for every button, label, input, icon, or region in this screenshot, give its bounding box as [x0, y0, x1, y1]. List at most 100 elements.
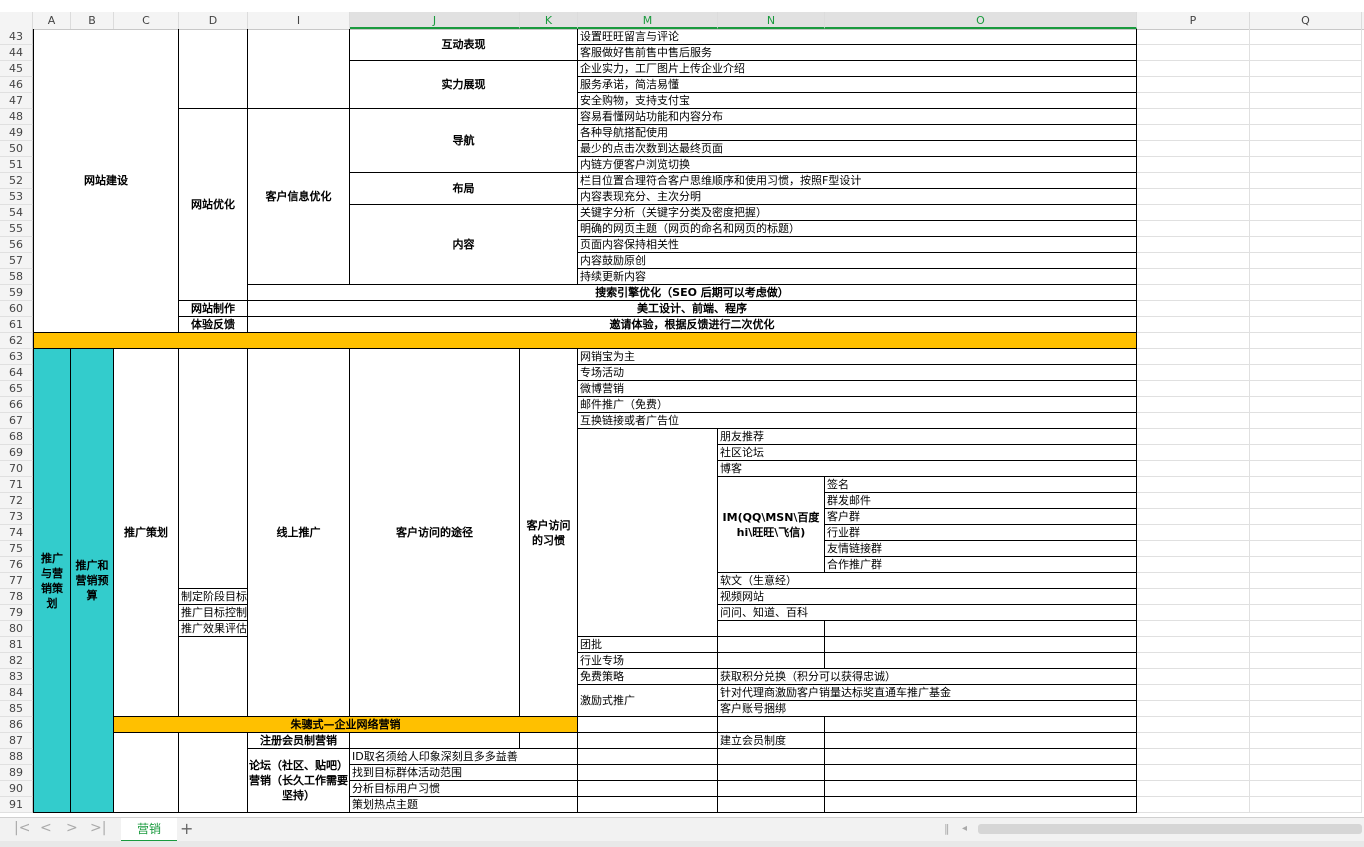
- cell-empty[interactable]: [825, 733, 1137, 749]
- empty-cell[interactable]: [1137, 349, 1250, 365]
- empty-cell[interactable]: [1137, 653, 1250, 669]
- select-all-corner[interactable]: [0, 12, 33, 29]
- cell-empty[interactable]: [179, 733, 248, 813]
- empty-cell[interactable]: [1137, 509, 1250, 525]
- row-header-59[interactable]: 59: [0, 285, 33, 301]
- cell-r78n[interactable]: 视频网站: [718, 589, 1137, 605]
- cell-r81m[interactable]: 团批: [578, 637, 718, 653]
- cell-r51m[interactable]: 内链方便客户浏览切换: [578, 157, 1137, 173]
- empty-cell[interactable]: [1137, 605, 1250, 621]
- empty-cell[interactable]: [1137, 301, 1250, 317]
- empty-cell[interactable]: [1250, 333, 1362, 349]
- cell-site-build[interactable]: 网站建设: [33, 29, 179, 333]
- cell-promo-sales-plan[interactable]: 推广与营销策划: [33, 349, 71, 813]
- empty-cell[interactable]: [1137, 525, 1250, 541]
- cell-r59[interactable]: 搜索引擎优化（SEO 后期可以考虑做）: [248, 285, 1137, 301]
- cell-empty[interactable]: [578, 765, 718, 781]
- empty-cell[interactable]: [1137, 637, 1250, 653]
- row-header-72[interactable]: 72: [0, 493, 33, 509]
- empty-cell[interactable]: [1137, 93, 1250, 109]
- cell-cust-info-opt[interactable]: 客户信息优化: [248, 109, 350, 285]
- row-header-66[interactable]: 66: [0, 397, 33, 413]
- empty-cell[interactable]: [1250, 653, 1362, 669]
- cell-empty[interactable]: [114, 733, 179, 813]
- cell-empty[interactable]: [718, 637, 825, 653]
- column-header-p[interactable]: P: [1137, 12, 1250, 29]
- empty-cell[interactable]: [1250, 685, 1362, 701]
- empty-cell[interactable]: [1137, 493, 1250, 509]
- cell-r76o[interactable]: 合作推广群: [825, 557, 1137, 573]
- cell-empty[interactable]: [578, 781, 718, 797]
- prev-sheet-icon[interactable]: <: [40, 820, 52, 836]
- row-header-76[interactable]: 76: [0, 557, 33, 573]
- empty-cell[interactable]: [1250, 589, 1362, 605]
- empty-cell[interactable]: [1137, 573, 1250, 589]
- row-header-64[interactable]: 64: [0, 365, 33, 381]
- cell-r61[interactable]: 邀请体验，根据反馈进行二次优化: [248, 317, 1137, 333]
- cell-r87n[interactable]: 建立会员制度: [718, 733, 825, 749]
- cell-empty[interactable]: [179, 349, 248, 589]
- empty-cell[interactable]: [1137, 317, 1250, 333]
- empty-cell[interactable]: [1250, 669, 1362, 685]
- empty-cell[interactable]: [1250, 461, 1362, 477]
- column-header-d[interactable]: D: [179, 12, 248, 29]
- cell-empty[interactable]: [718, 781, 825, 797]
- sheet-tab-marketing[interactable]: 营销: [121, 818, 177, 842]
- cell-r91j[interactable]: 策划热点主题: [350, 797, 578, 813]
- empty-cell[interactable]: [1137, 685, 1250, 701]
- row-header-91[interactable]: 91: [0, 797, 33, 813]
- empty-cell[interactable]: [1137, 77, 1250, 93]
- empty-cell[interactable]: [1250, 173, 1362, 189]
- column-header-i[interactable]: I: [248, 12, 350, 29]
- empty-cell[interactable]: [1250, 493, 1362, 509]
- row-header-74[interactable]: 74: [0, 525, 33, 541]
- cell-strength[interactable]: 实力展现: [350, 61, 578, 109]
- cell-incentive[interactable]: 激励式推广: [578, 685, 718, 717]
- row-header-90[interactable]: 90: [0, 781, 33, 797]
- row-header-53[interactable]: 53: [0, 189, 33, 205]
- empty-cell[interactable]: [1250, 237, 1362, 253]
- empty-cell[interactable]: [1137, 157, 1250, 173]
- column-header-o[interactable]: O: [825, 12, 1137, 29]
- row-header-87[interactable]: 87: [0, 733, 33, 749]
- cell-empty[interactable]: [33, 333, 1137, 349]
- cell-nav[interactable]: 导航: [350, 109, 578, 173]
- empty-cell[interactable]: [1137, 477, 1250, 493]
- cell-content[interactable]: 内容: [350, 205, 578, 285]
- cell-online-promo[interactable]: 线上推广: [248, 349, 350, 717]
- empty-cell[interactable]: [1137, 141, 1250, 157]
- cell-r50m[interactable]: 最少的点击次数到达最终页面: [578, 141, 1137, 157]
- cell-r57m[interactable]: 内容鼓励原创: [578, 253, 1137, 269]
- empty-cell[interactable]: [1250, 701, 1362, 717]
- empty-cell[interactable]: [1137, 381, 1250, 397]
- cell-r54m[interactable]: 关键字分析（关键字分类及密度把握）: [578, 205, 1137, 221]
- empty-cell[interactable]: [1250, 285, 1362, 301]
- empty-cell[interactable]: [1250, 29, 1362, 45]
- row-header-54[interactable]: 54: [0, 205, 33, 221]
- row-header-45[interactable]: 45: [0, 61, 33, 77]
- column-header-a[interactable]: A: [33, 12, 71, 29]
- empty-cell[interactable]: [1137, 173, 1250, 189]
- row-header-56[interactable]: 56: [0, 237, 33, 253]
- cell-r83n[interactable]: 获取积分兑换（积分可以获得忠诚）: [718, 669, 1137, 685]
- cell-r64m[interactable]: 专场活动: [578, 365, 1137, 381]
- row-header-49[interactable]: 49: [0, 125, 33, 141]
- empty-cell[interactable]: [1250, 397, 1362, 413]
- row-header-43[interactable]: 43: [0, 29, 33, 45]
- cell-empty[interactable]: [825, 621, 1137, 637]
- empty-cell[interactable]: [1250, 269, 1362, 285]
- empty-cell[interactable]: [1250, 301, 1362, 317]
- empty-cell[interactable]: [1137, 189, 1250, 205]
- cell-r90j[interactable]: 分析目标用户习惯: [350, 781, 578, 797]
- split-handle-icon[interactable]: ‖: [944, 822, 950, 835]
- column-header-j[interactable]: J: [350, 12, 520, 29]
- row-header-79[interactable]: 79: [0, 605, 33, 621]
- cell-r82m[interactable]: 行业专场: [578, 653, 718, 669]
- empty-cell[interactable]: [1250, 45, 1362, 61]
- empty-cell[interactable]: [1250, 717, 1362, 733]
- row-header-75[interactable]: 75: [0, 541, 33, 557]
- cell-r60[interactable]: 美工设计、前端、程序: [248, 301, 1137, 317]
- empty-cell[interactable]: [1137, 125, 1250, 141]
- cell-r46m[interactable]: 服务承诺，简洁易懂: [578, 77, 1137, 93]
- empty-cell[interactable]: [1137, 461, 1250, 477]
